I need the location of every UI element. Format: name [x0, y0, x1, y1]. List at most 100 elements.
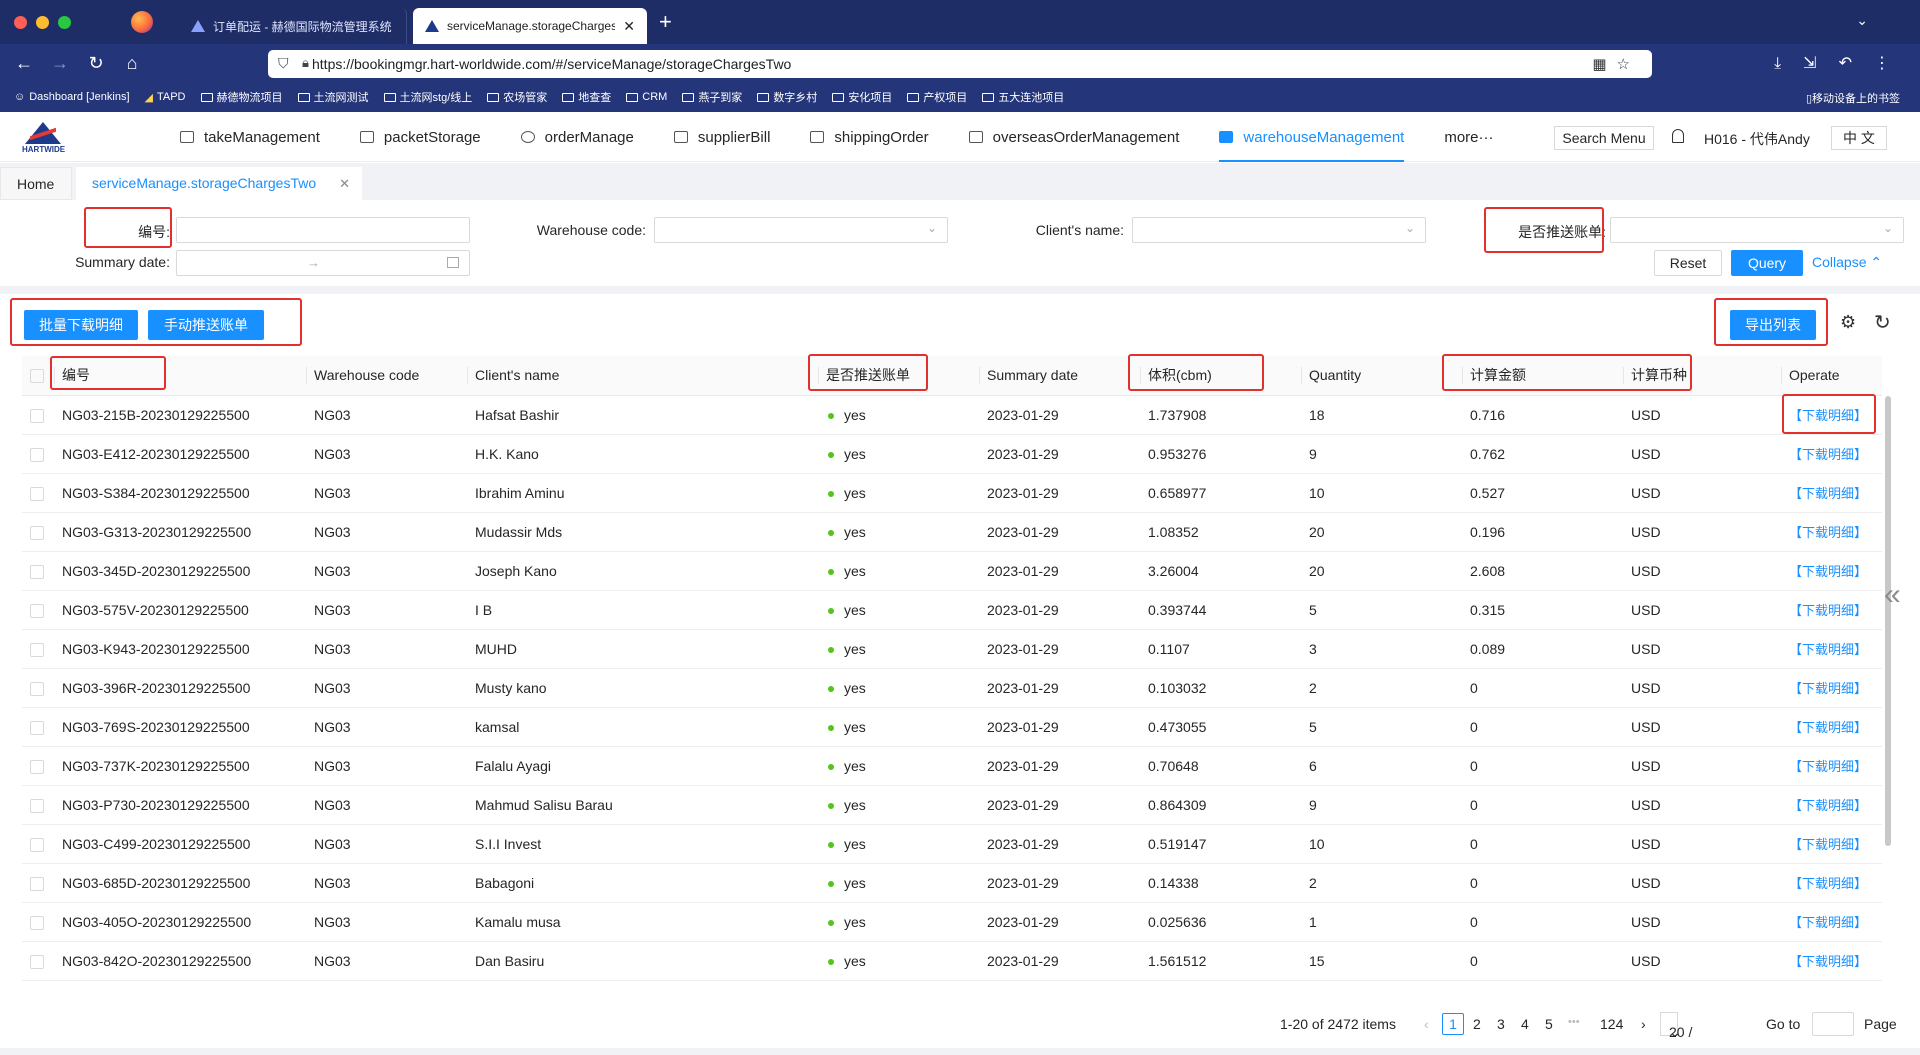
- select-all-checkbox[interactable]: [30, 369, 44, 384]
- bookmark-folder[interactable]: 数字乡村: [757, 89, 817, 105]
- row-select-cell[interactable]: [22, 395, 54, 435]
- close-window-button[interactable]: [14, 15, 27, 29]
- bookmark-folder[interactable]: 燕子到家: [682, 89, 742, 105]
- manual-push-button[interactable]: 手动推送账单: [148, 310, 264, 340]
- browser-toolbar-icons[interactable]: ⤓⇲↶⋮: [1774, 53, 1912, 73]
- tab-storage-charges[interactable]: serviceManage.storageChargesTwo ✕: [76, 167, 362, 200]
- row-select-cell[interactable]: [22, 629, 54, 669]
- operate-cell[interactable]: 【下载明细】: [1781, 434, 1882, 474]
- row-checkbox[interactable]: [30, 603, 44, 618]
- row-select-cell[interactable]: [22, 785, 54, 825]
- company-logo[interactable]: HARTWIDE: [22, 122, 65, 156]
- download-detail-link[interactable]: 【下载明细】: [1789, 954, 1867, 969]
- row-select-cell[interactable]: [22, 707, 54, 747]
- menu-item-packet-storage[interactable]: packetStorage: [359, 112, 481, 162]
- download-detail-link[interactable]: 【下载明细】: [1789, 876, 1867, 891]
- operate-cell[interactable]: 【下载明细】: [1781, 746, 1882, 786]
- push-bill-select[interactable]: ⌄: [1610, 217, 1904, 243]
- page-3[interactable]: 3: [1497, 1016, 1505, 1032]
- menu-item-order-manage[interactable]: orderManage: [520, 112, 634, 162]
- operate-cell[interactable]: 【下载明细】: [1781, 512, 1882, 552]
- operate-cell[interactable]: 【下载明细】: [1781, 551, 1882, 591]
- download-detail-link[interactable]: 【下载明细】: [1789, 486, 1867, 501]
- download-detail-link[interactable]: 【下载明细】: [1789, 720, 1867, 735]
- row-select-cell[interactable]: [22, 902, 54, 942]
- row-checkbox[interactable]: [30, 876, 44, 891]
- operate-cell[interactable]: 【下载明细】: [1781, 590, 1882, 630]
- row-checkbox[interactable]: [30, 759, 44, 774]
- home-icon[interactable]: ⌂: [114, 53, 150, 74]
- row-select-cell[interactable]: [22, 668, 54, 708]
- select-all-cell[interactable]: [22, 356, 54, 396]
- summary-date-range[interactable]: →: [176, 250, 470, 276]
- row-select-cell[interactable]: [22, 863, 54, 903]
- operate-cell[interactable]: 【下载明细】: [1781, 785, 1882, 825]
- download-detail-link[interactable]: 【下载明细】: [1789, 681, 1867, 696]
- minimize-window-button[interactable]: [36, 15, 49, 29]
- column-header[interactable]: Client's name: [467, 356, 818, 396]
- page-size-select[interactable]: 20 / page ⌄: [1660, 1012, 1700, 1055]
- tab-home[interactable]: Home: [0, 167, 72, 200]
- page-4[interactable]: 4: [1521, 1016, 1529, 1032]
- settings-gear-icon[interactable]: ⚙: [1840, 312, 1856, 333]
- new-tab-button[interactable]: +: [659, 9, 672, 35]
- download-detail-link[interactable]: 【下载明细】: [1789, 525, 1867, 540]
- reload-icon[interactable]: ↻: [78, 53, 114, 74]
- client-name-select[interactable]: ⌄: [1132, 217, 1426, 243]
- operate-cell[interactable]: 【下载明细】: [1781, 629, 1882, 669]
- bell-icon[interactable]: [1672, 129, 1684, 143]
- operate-cell[interactable]: 【下载明细】: [1781, 395, 1882, 435]
- user-name[interactable]: H016 - 代伟Andy: [1704, 129, 1810, 149]
- reset-button[interactable]: Reset: [1654, 250, 1722, 276]
- download-detail-link[interactable]: 【下载明细】: [1789, 447, 1867, 462]
- bookmark-item[interactable]: ☺ Dashboard [Jenkins]: [14, 91, 130, 103]
- forward-arrow-icon[interactable]: →: [42, 53, 78, 74]
- download-detail-link[interactable]: 【下载明细】: [1789, 603, 1867, 618]
- operate-cell[interactable]: 【下载明细】: [1781, 863, 1882, 903]
- refresh-icon[interactable]: ↻: [1874, 310, 1891, 335]
- qr-star-icons[interactable]: ▦☆: [1592, 55, 1640, 73]
- operate-cell[interactable]: 【下载明细】: [1781, 902, 1882, 942]
- tab-list-chevron-icon[interactable]: ⌄: [1856, 12, 1868, 29]
- export-list-button[interactable]: 导出列表: [1730, 310, 1816, 340]
- operate-cell[interactable]: 【下载明细】: [1781, 824, 1882, 864]
- page-last[interactable]: 124: [1600, 1016, 1623, 1032]
- close-tab-icon[interactable]: ✕: [623, 18, 635, 35]
- prev-page-icon[interactable]: ‹: [1424, 1016, 1429, 1032]
- page-2[interactable]: 2: [1473, 1016, 1481, 1032]
- menu-item-supplier-bill[interactable]: supplierBill: [673, 112, 770, 162]
- bookmark-folder[interactable]: 地查查: [562, 89, 611, 105]
- next-page-icon[interactable]: ›: [1641, 1016, 1646, 1032]
- column-header[interactable]: 编号: [54, 356, 306, 396]
- double-chevron-left-icon[interactable]: «: [1884, 578, 1901, 612]
- row-checkbox[interactable]: [30, 954, 44, 969]
- bookmark-folder[interactable]: 五大连池项目: [982, 89, 1064, 105]
- column-header[interactable]: Warehouse code: [306, 356, 467, 396]
- operate-cell[interactable]: 【下载明细】: [1781, 668, 1882, 708]
- column-header[interactable]: 计算币种: [1623, 356, 1781, 396]
- download-detail-link[interactable]: 【下载明细】: [1789, 759, 1867, 774]
- operate-cell[interactable]: 【下载明细】: [1781, 707, 1882, 747]
- bookmark-folder[interactable]: 安化项目: [832, 89, 892, 105]
- bookmark-folder[interactable]: CRM: [626, 91, 667, 103]
- row-checkbox[interactable]: [30, 681, 44, 696]
- download-detail-link[interactable]: 【下载明细】: [1789, 564, 1867, 579]
- row-checkbox[interactable]: [30, 564, 44, 579]
- maximize-window-button[interactable]: [58, 15, 71, 29]
- more-pages-icon[interactable]: •••: [1568, 1016, 1580, 1028]
- row-checkbox[interactable]: [30, 447, 44, 462]
- menu-item-more[interactable]: more···: [1444, 112, 1493, 162]
- bookmark-folder[interactable]: 农场管家: [487, 89, 547, 105]
- column-header[interactable]: Summary date: [979, 356, 1140, 396]
- table-scrollbar[interactable]: [1885, 396, 1891, 846]
- row-checkbox[interactable]: [30, 837, 44, 852]
- bookmark-folder[interactable]: 产权项目: [907, 89, 967, 105]
- row-select-cell[interactable]: [22, 941, 54, 981]
- mobile-bookmarks[interactable]: ▯移动设备上的书签: [1806, 90, 1900, 106]
- row-checkbox[interactable]: [30, 720, 44, 735]
- operate-cell[interactable]: 【下载明细】: [1781, 941, 1882, 981]
- row-select-cell[interactable]: [22, 590, 54, 630]
- row-select-cell[interactable]: [22, 551, 54, 591]
- language-switch[interactable]: 中 文: [1831, 126, 1887, 150]
- download-detail-link[interactable]: 【下载明细】: [1789, 642, 1867, 657]
